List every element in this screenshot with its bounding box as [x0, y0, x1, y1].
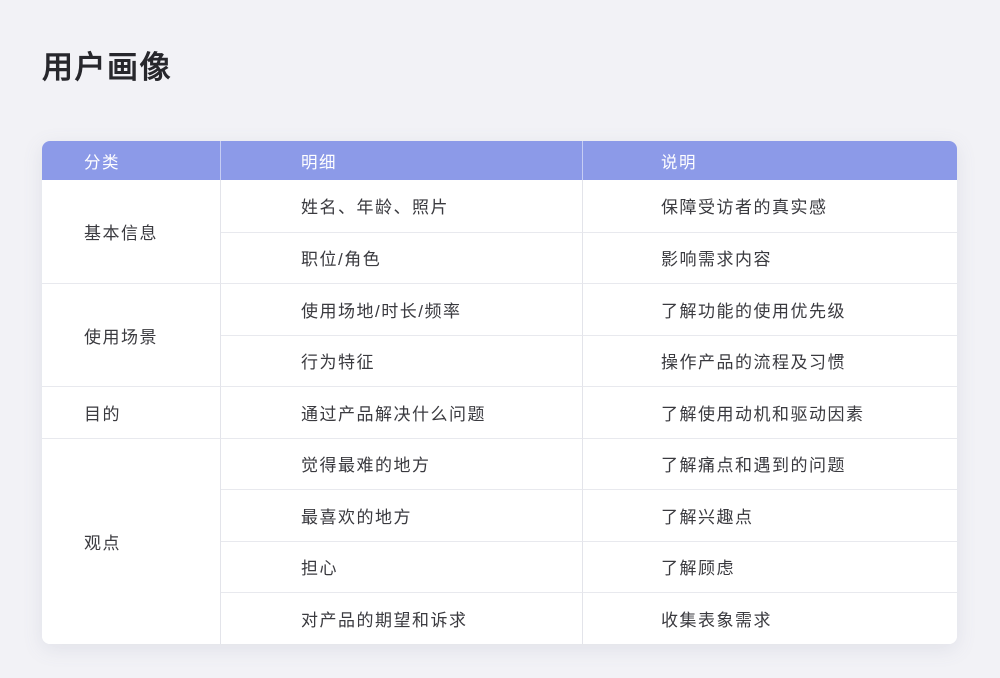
category-cell-basic-info: 基本信息	[42, 180, 221, 283]
description-cell: 影响需求内容	[583, 232, 957, 284]
table-grid: 分类 明细 说明 基本信息 使用场景 目的 观点 姓名、年龄、照片 职位/角色 …	[42, 141, 957, 644]
detail-cell: 使用场地/时长/频率	[221, 283, 583, 335]
description-cell: 了解兴趣点	[583, 489, 957, 541]
detail-cell: 姓名、年龄、照片	[221, 180, 583, 232]
detail-cell: 最喜欢的地方	[221, 489, 583, 541]
detail-cell: 行为特征	[221, 335, 583, 387]
description-cell: 了解痛点和遇到的问题	[583, 438, 957, 490]
detail-cell: 通过产品解决什么问题	[221, 386, 583, 438]
description-cell: 了解使用动机和驱动因素	[583, 386, 957, 438]
description-cell: 了解功能的使用优先级	[583, 283, 957, 335]
page-title: 用户画像	[42, 49, 172, 86]
category-cell-viewpoint: 观点	[42, 438, 221, 644]
detail-cell: 觉得最难的地方	[221, 438, 583, 490]
description-cell: 操作产品的流程及习惯	[583, 335, 957, 387]
description-cell: 了解顾虑	[583, 541, 957, 593]
column-header-description: 说明	[583, 141, 957, 180]
category-cell-purpose: 目的	[42, 386, 221, 438]
page: 用户画像 分类 明细 说明 基本信息 使用场景 目的 观点 姓名、年龄、照片 职…	[0, 0, 1000, 678]
detail-cell: 职位/角色	[221, 232, 583, 284]
column-header-detail: 明细	[221, 141, 583, 180]
detail-cell: 担心	[221, 541, 583, 593]
description-cell: 保障受访者的真实感	[583, 180, 957, 232]
user-persona-table: 分类 明细 说明 基本信息 使用场景 目的 观点 姓名、年龄、照片 职位/角色 …	[42, 141, 957, 644]
column-header-category: 分类	[42, 141, 221, 180]
description-cell: 收集表象需求	[583, 592, 957, 644]
category-cell-usage-scenario: 使用场景	[42, 283, 221, 386]
detail-cell: 对产品的期望和诉求	[221, 592, 583, 644]
